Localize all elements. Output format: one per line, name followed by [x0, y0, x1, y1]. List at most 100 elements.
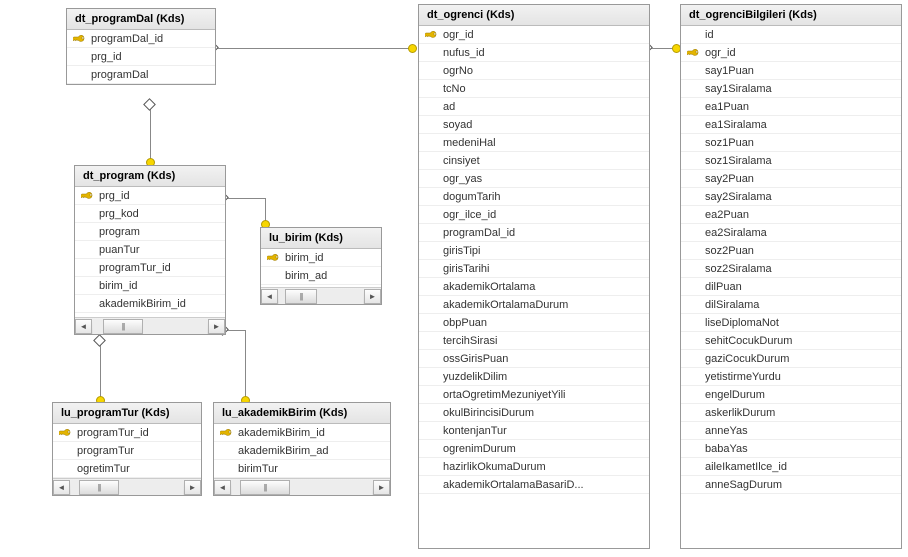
column-row[interactable]: dilPuan: [681, 278, 901, 296]
column-row[interactable]: say2Puan: [681, 170, 901, 188]
column-row[interactable]: say2Siralama: [681, 188, 901, 206]
column-row[interactable]: ea2Puan: [681, 206, 901, 224]
column-row[interactable]: girisTarihi: [419, 260, 649, 278]
column-row[interactable]: akademikOrtalama: [419, 278, 649, 296]
table-dt-program[interactable]: dt_program (Kds) prg_idprg_kodprogrampua…: [74, 165, 226, 335]
column-name: soz1Puan: [701, 137, 754, 149]
column-row[interactable]: dogumTarih: [419, 188, 649, 206]
column-row[interactable]: ogr_id: [419, 26, 649, 44]
column-row[interactable]: aileIkametIlce_id: [681, 458, 901, 476]
column-row[interactable]: ea1Siralama: [681, 116, 901, 134]
column-row[interactable]: puanTur: [75, 241, 225, 259]
column-name: tercihSirasi: [439, 335, 497, 347]
column-name: dogumTarih: [439, 191, 500, 203]
table-lu-programtur[interactable]: lu_programTur (Kds) programTur_idprogram…: [52, 402, 202, 496]
column-row[interactable]: gaziCocukDurum: [681, 350, 901, 368]
scroll-right-button[interactable]: ►: [373, 480, 390, 495]
column-row[interactable]: akademikBirim_id: [75, 295, 225, 313]
column-row[interactable]: dilSiralama: [681, 296, 901, 314]
column-row[interactable]: programDal_id: [67, 30, 215, 48]
column-row[interactable]: soz2Siralama: [681, 260, 901, 278]
column-row[interactable]: nufus_id: [419, 44, 649, 62]
horizontal-scrollbar[interactable]: ◄ ||| ►: [214, 478, 390, 495]
column-row[interactable]: yetistirmeYurdu: [681, 368, 901, 386]
column-row[interactable]: ad: [419, 98, 649, 116]
table-dt-ogrencibilgileri[interactable]: dt_ogrenciBilgileri (Kds) idogr_idsay1Pu…: [680, 4, 902, 549]
column-row[interactable]: ortaOgretimMezuniyetYili: [419, 386, 649, 404]
table-lu-birim[interactable]: lu_birim (Kds) birim_idbirim_ad ◄ ||| ►: [260, 227, 382, 305]
scroll-right-button[interactable]: ►: [184, 480, 201, 495]
column-row[interactable]: okulBirincisiDurum: [419, 404, 649, 422]
column-row[interactable]: akademikBirim_ad: [214, 442, 390, 460]
horizontal-scrollbar[interactable]: ◄ ||| ►: [53, 478, 201, 495]
scroll-right-button[interactable]: ►: [208, 319, 225, 334]
column-row[interactable]: ogr_ilce_id: [419, 206, 649, 224]
column-row[interactable]: anneSagDurum: [681, 476, 901, 494]
column-row[interactable]: birim_id: [261, 249, 381, 267]
column-list[interactable]: ogr_idnufus_idogrNotcNoadsoyadmedeniHalc…: [419, 26, 649, 548]
column-row[interactable]: ogretimTur: [53, 460, 201, 478]
column-row[interactable]: birimTur: [214, 460, 390, 478]
table-lu-akademikbirim[interactable]: lu_akademikBirim (Kds) akademikBirim_ida…: [213, 402, 391, 496]
horizontal-scrollbar[interactable]: ◄ ||| ►: [261, 287, 381, 304]
column-row[interactable]: girisTipi: [419, 242, 649, 260]
column-row[interactable]: program: [75, 223, 225, 241]
column-row[interactable]: anneYas: [681, 422, 901, 440]
column-row[interactable]: akademikOrtalamaBasariD...: [419, 476, 649, 494]
column-row[interactable]: soz1Siralama: [681, 152, 901, 170]
column-row[interactable]: yuzdelikDilim: [419, 368, 649, 386]
column-name: programDal_id: [87, 33, 163, 45]
column-row[interactable]: medeniHal: [419, 134, 649, 152]
scroll-left-button[interactable]: ◄: [53, 480, 70, 495]
column-row[interactable]: prg_id: [75, 187, 225, 205]
column-row[interactable]: say1Puan: [681, 62, 901, 80]
column-row[interactable]: engelDurum: [681, 386, 901, 404]
column-row[interactable]: prg_id: [67, 48, 215, 66]
column-row[interactable]: birim_id: [75, 277, 225, 295]
table-dt-ogrenci[interactable]: dt_ogrenci (Kds) ogr_idnufus_idogrNotcNo…: [418, 4, 650, 549]
column-row[interactable]: tercihSirasi: [419, 332, 649, 350]
column-name: anneSagDurum: [701, 479, 782, 491]
column-list[interactable]: idogr_idsay1Puansay1Siralamaea1Puanea1Si…: [681, 26, 901, 548]
scroll-left-button[interactable]: ◄: [261, 289, 278, 304]
column-row[interactable]: hazirlikOkumaDurum: [419, 458, 649, 476]
column-row[interactable]: programDal_id: [419, 224, 649, 242]
column-row[interactable]: ea2Siralama: [681, 224, 901, 242]
column-row[interactable]: programDal: [67, 66, 215, 84]
scroll-right-button[interactable]: ►: [364, 289, 381, 304]
column-row[interactable]: say1Siralama: [681, 80, 901, 98]
column-row[interactable]: id: [681, 26, 901, 44]
column-row[interactable]: ea1Puan: [681, 98, 901, 116]
column-row[interactable]: akademikBirim_id: [214, 424, 390, 442]
table-dt-programdal[interactable]: dt_programDal (Kds) programDal_idprg_idp…: [66, 8, 216, 85]
column-row[interactable]: babaYas: [681, 440, 901, 458]
column-name: ea2Siralama: [701, 227, 767, 239]
scroll-left-button[interactable]: ◄: [214, 480, 231, 495]
scroll-left-button[interactable]: ◄: [75, 319, 92, 334]
column-row[interactable]: soyad: [419, 116, 649, 134]
column-row[interactable]: tcNo: [419, 80, 649, 98]
column-row[interactable]: sehitCocukDurum: [681, 332, 901, 350]
column-row[interactable]: ogrNo: [419, 62, 649, 80]
column-row[interactable]: akademikOrtalamaDurum: [419, 296, 649, 314]
column-name: akademikBirim_id: [234, 427, 325, 439]
column-row[interactable]: obpPuan: [419, 314, 649, 332]
column-name: soz2Siralama: [701, 263, 772, 275]
column-row[interactable]: kontenjanTur: [419, 422, 649, 440]
column-row[interactable]: soz2Puan: [681, 242, 901, 260]
column-row[interactable]: programTur: [53, 442, 201, 460]
column-row[interactable]: prg_kod: [75, 205, 225, 223]
column-row[interactable]: cinsiyet: [419, 152, 649, 170]
column-row[interactable]: programTur_id: [53, 424, 201, 442]
column-row[interactable]: liseDiplomaNot: [681, 314, 901, 332]
column-row[interactable]: ogr_yas: [419, 170, 649, 188]
column-row[interactable]: ogr_id: [681, 44, 901, 62]
column-row[interactable]: programTur_id: [75, 259, 225, 277]
column-row[interactable]: birim_ad: [261, 267, 381, 285]
column-row[interactable]: ogrenimDurum: [419, 440, 649, 458]
column-row[interactable]: soz1Puan: [681, 134, 901, 152]
column-row[interactable]: ossGirisPuan: [419, 350, 649, 368]
horizontal-scrollbar[interactable]: ◄ ||| ►: [75, 317, 225, 334]
column-row[interactable]: askerlikDurum: [681, 404, 901, 422]
column-list: programDal_id prg_idprogramDal: [67, 30, 215, 84]
